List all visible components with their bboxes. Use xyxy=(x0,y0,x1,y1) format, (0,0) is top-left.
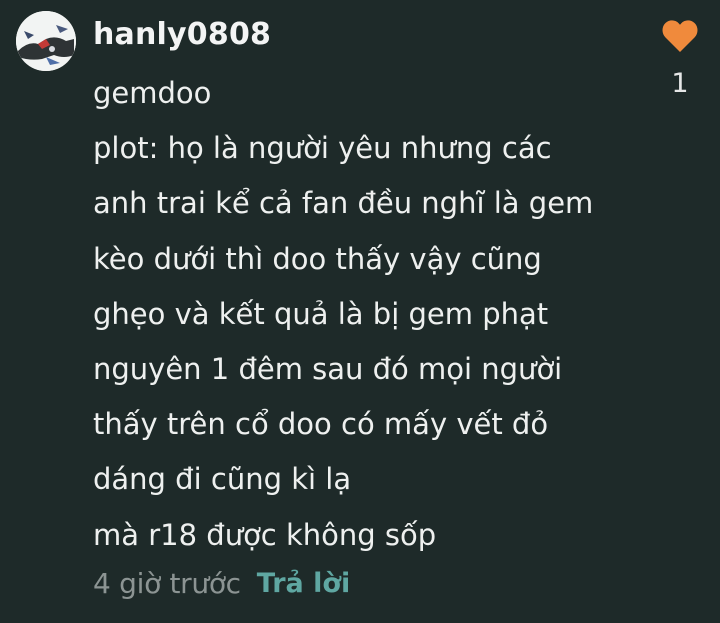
like-count: 1 xyxy=(671,68,689,99)
comment: hanly0808 1 gemdoo plot: họ là người yêu… xyxy=(0,0,720,623)
comment-line: nguyên 1 đêm sau đó mọi người xyxy=(93,352,563,387)
comment-line: kèo dưới thì doo thấy vậy cũng xyxy=(93,241,542,276)
comment-line: ghẹo và kết quả là bị gem phạt xyxy=(93,296,549,331)
avatar-image xyxy=(16,11,76,71)
comment-line: mà r18 được không sốp xyxy=(93,517,437,552)
username[interactable]: hanly0808 xyxy=(93,14,271,56)
comment-line: plot: họ là người yêu nhưng các xyxy=(93,131,552,166)
comment-body: gemdoo plot: họ là người yêu nhưng các a… xyxy=(93,66,643,563)
heart-icon[interactable] xyxy=(660,16,700,56)
comment-footer: 4 giờ trước Trả lời xyxy=(93,561,350,607)
comment-line: anh trai kể cả fan đều nghĩ là gem xyxy=(93,186,594,221)
comment-line: dáng đi cũng kì lạ xyxy=(93,462,352,497)
avatar[interactable] xyxy=(16,11,76,71)
reply-button[interactable]: Trả lời xyxy=(257,561,350,607)
timestamp: 4 giờ trước xyxy=(93,567,241,600)
comment-line: gemdoo xyxy=(93,76,212,110)
comment-line: thấy trên cổ doo có mấy vết đỏ xyxy=(93,407,549,442)
